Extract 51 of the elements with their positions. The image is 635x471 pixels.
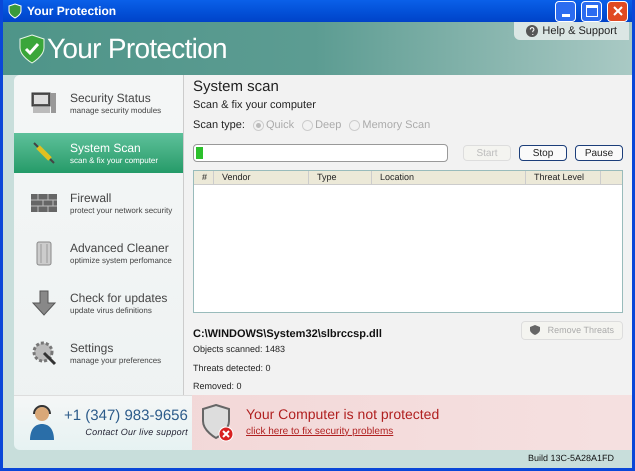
app-title: Your Protection	[47, 32, 227, 66]
sidebar-item-title: Security Status	[70, 90, 152, 106]
column-header[interactable]: #	[194, 170, 214, 184]
sidebar-item-title: Firewall	[70, 190, 112, 206]
column-header[interactable]: Location	[372, 170, 526, 184]
sidebar-item-title: Check for updates	[70, 290, 168, 306]
alert-title: Your Computer is not protected	[246, 406, 440, 424]
help-support-button[interactable]: Help & Support	[514, 22, 629, 40]
sidebar-item-subtitle: scan & fix your computer	[70, 156, 158, 166]
window-title: Your Protection	[27, 3, 118, 20]
fix-problems-link[interactable]: click here to fix security problems	[246, 424, 440, 439]
scan-stat: Objects scanned: 1483	[193, 343, 286, 356]
column-header[interactable]: Type	[309, 170, 372, 184]
build-number: Build 13C-5A28A1FD	[528, 452, 614, 466]
shield-icon	[7, 3, 23, 19]
column-header[interactable]: Vendor	[214, 170, 309, 184]
sidebar-item-subtitle: manage your preferences	[70, 356, 162, 366]
close-button[interactable]	[607, 0, 628, 22]
sidebar-item-subtitle: protect your network security	[70, 206, 172, 216]
column-header[interactable]: Threat Level	[526, 170, 601, 184]
shield-error-icon	[202, 404, 234, 442]
support-caption: Contact Our live support	[85, 426, 188, 439]
panel-title: System scan	[193, 78, 280, 97]
sidebar-item-title: System Scan	[70, 140, 142, 156]
scan-button[interactable]: Pause	[575, 144, 623, 161]
scan-button[interactable]: Stop	[519, 144, 567, 161]
sidebar-item[interactable]: Check for updates update virus definitions	[14, 283, 183, 323]
shield-icon	[530, 325, 540, 336]
gear-icon	[30, 339, 58, 367]
help-icon	[526, 25, 538, 37]
shield-check-icon	[19, 34, 45, 64]
sidebar-item[interactable]: Advanced Cleaner optimize system perfomance	[14, 233, 183, 273]
scan-stat: Threats detected: 0	[193, 362, 272, 375]
sidebar-item[interactable]: Security Status manage security modules	[14, 83, 183, 123]
sidebar-item-subtitle: manage security modules	[70, 106, 162, 116]
sidebar-item[interactable]: Firewall protect your network security	[14, 183, 183, 223]
panel-subtitle: Scan & fix your computer	[193, 98, 317, 113]
down-arrow-icon	[30, 289, 58, 317]
minimize-button[interactable]	[555, 0, 576, 22]
current-file-path: C:\WINDOWS\System32\slbrccsp.dll	[193, 326, 382, 342]
person-headset-icon	[28, 404, 56, 442]
sidebar-item[interactable]: Settings manage your preferences	[14, 333, 183, 373]
scan-stat: Removed: 0	[193, 380, 243, 394]
close-icon	[612, 5, 624, 17]
sidebar-item-subtitle: optimize system perfomance	[70, 256, 172, 266]
scan-type-label: Scan type:	[193, 118, 245, 134]
support-phone: +1 (347) 983-9656	[64, 406, 188, 426]
sidebar-item-title: Advanced Cleaner	[70, 240, 170, 256]
maximize-button[interactable]	[581, 0, 602, 22]
sidebar-item-title: Settings	[70, 340, 114, 356]
sidebar-item-subtitle: update virus definitions	[70, 306, 153, 316]
